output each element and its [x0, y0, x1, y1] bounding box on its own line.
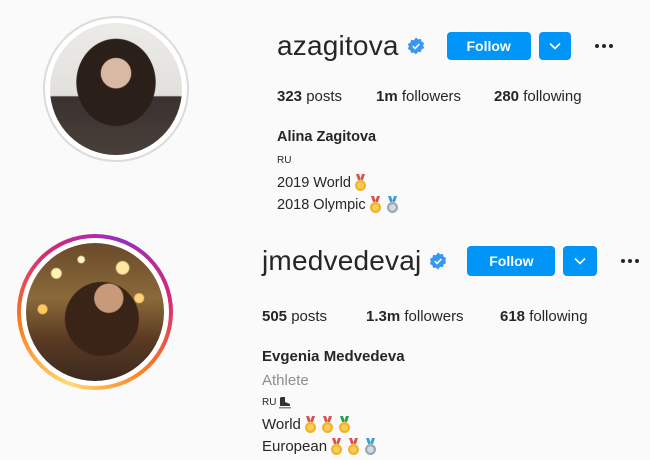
gold-medal-icon [348, 438, 360, 455]
followers-link[interactable]: 1.3m followers [366, 308, 500, 325]
bio-achievement-line: World [262, 414, 405, 436]
chevron-down-icon [549, 42, 561, 50]
follow-button[interactable]: Follow [467, 246, 556, 276]
following-number: 618 [500, 308, 526, 325]
verified-badge-icon [407, 37, 425, 55]
full-name: Alina Zagitova [277, 129, 377, 145]
username-row: azagitova Follow [277, 30, 615, 62]
followers-number: 1.3m [366, 308, 401, 325]
profile-category: Athlete [262, 372, 309, 389]
more-options-icon[interactable] [593, 38, 615, 54]
achievement-text: 2019 World [277, 175, 351, 191]
gold-medal-icon [331, 438, 343, 455]
gold-medal-icon [338, 416, 350, 433]
profile-stats: 505 posts 1.3m followers 618 following [262, 308, 588, 325]
achievement-text: European [262, 438, 328, 455]
posts-number: 505 [262, 308, 288, 325]
followers-link[interactable]: 1m followers [376, 88, 494, 105]
story-ring[interactable] [17, 234, 173, 390]
avatar[interactable] [26, 243, 164, 381]
username: azagitova [277, 30, 399, 61]
bio-achievement-line: European [262, 436, 405, 458]
bio-achievement-line: 2019 World [277, 172, 400, 194]
country-code: RU [277, 155, 292, 166]
following-link[interactable]: 618 following [500, 308, 588, 325]
more-options-icon[interactable] [619, 253, 641, 269]
following-label: following [529, 308, 588, 325]
username: jmedvedevaj [262, 245, 422, 276]
following-link[interactable]: 280 following [494, 88, 582, 105]
profile-header-jmedvedevaj: jmedvedevaj Follow 505 posts 1.3m follow… [0, 225, 650, 460]
gold-medal-icon [304, 416, 316, 433]
following-number: 280 [494, 88, 520, 105]
followers-label: followers [404, 308, 464, 325]
following-label: following [523, 88, 582, 105]
verified-badge-icon [429, 252, 447, 270]
gold-medal-icon [369, 196, 381, 213]
achievement-text: 2018 Olympic [277, 197, 366, 213]
followers-number: 1m [376, 88, 398, 105]
silver-medal-icon [386, 196, 398, 213]
follow-button[interactable]: Follow [446, 32, 531, 60]
silver-medal-icon [365, 438, 377, 455]
profile-header-azagitova: azagitova Follow 323 posts 1m followers … [0, 0, 650, 225]
gold-medal-icon [354, 174, 366, 191]
full-name: Evgenia Medvedeva [262, 348, 405, 365]
achievement-text: World [262, 416, 301, 433]
followers-label: followers [401, 88, 462, 105]
profile-stats: 323 posts 1m followers 280 following [277, 88, 582, 105]
suggested-dropdown-button[interactable] [563, 246, 598, 276]
posts-count[interactable]: 323 posts [277, 88, 376, 105]
profile-bio: Alina Zagitova RU 2019 World 2018 Olympi… [277, 126, 400, 216]
country-code: RU [262, 397, 277, 408]
gold-medal-icon [321, 416, 333, 433]
posts-label: posts [306, 88, 343, 105]
avatar[interactable] [50, 23, 182, 155]
chevron-down-icon [574, 257, 586, 265]
suggested-dropdown-button[interactable] [538, 32, 571, 60]
profile-bio: Evgenia Medvedeva Athlete RU World Europ… [262, 346, 405, 458]
ice-skate-icon [279, 397, 292, 409]
profile-avatar-ring[interactable] [43, 16, 189, 162]
username-row: jmedvedevaj Follow [262, 245, 641, 277]
posts-number: 323 [277, 88, 303, 105]
bio-achievement-line: 2018 Olympic [277, 194, 400, 216]
posts-count[interactable]: 505 posts [262, 308, 366, 325]
posts-label: posts [291, 308, 328, 325]
